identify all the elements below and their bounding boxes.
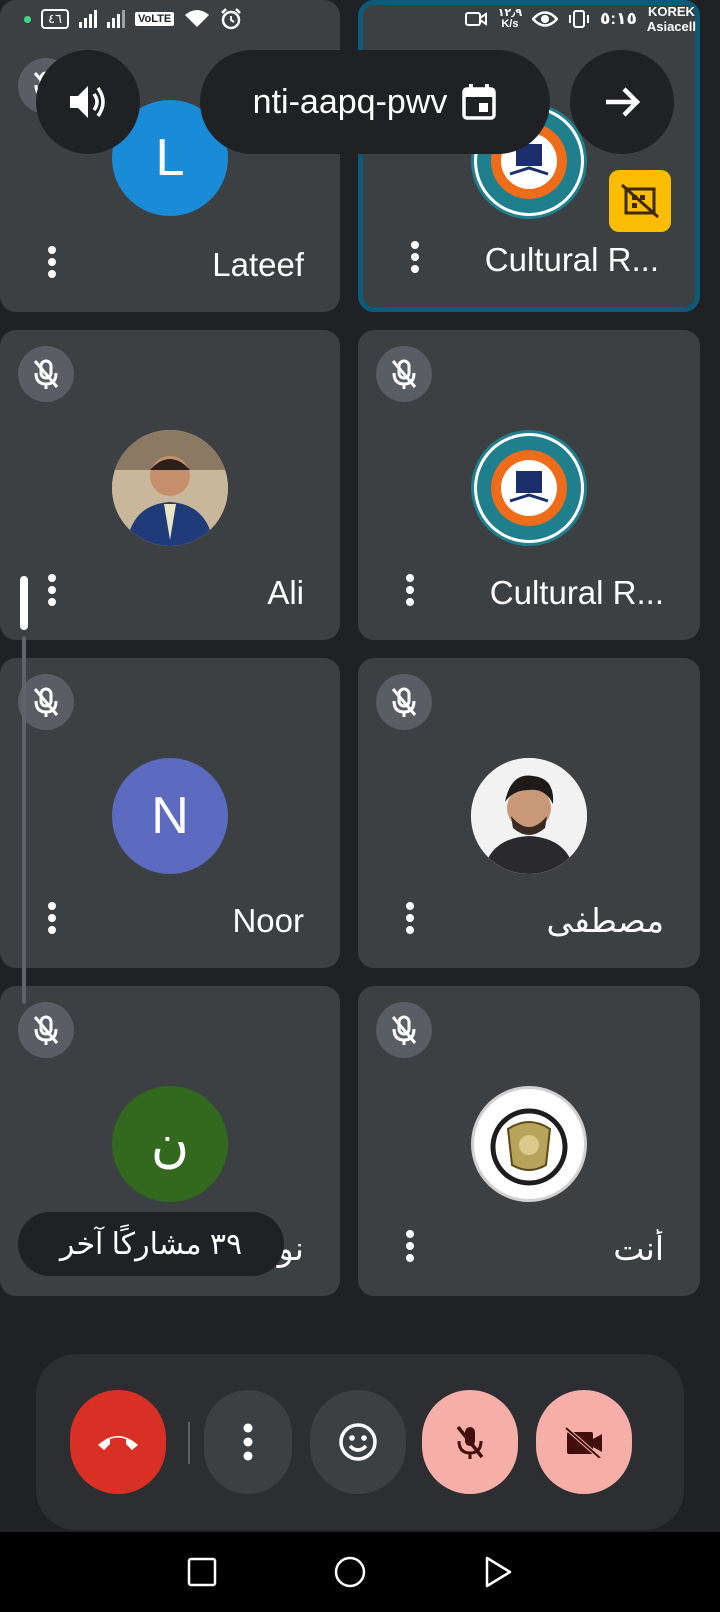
phone-hangup-icon xyxy=(98,1436,138,1450)
university-logo-avatar xyxy=(471,430,587,546)
triangle-back-icon xyxy=(485,1556,512,1588)
profile-photo xyxy=(112,430,228,546)
avatar: ن xyxy=(112,1086,228,1202)
mic-off-icon xyxy=(376,346,432,402)
reactions-button[interactable] xyxy=(310,1390,406,1494)
participant-tile-lateef[interactable]: L Lateef xyxy=(0,0,340,312)
system-nav-bar xyxy=(0,1532,720,1612)
participant-name: Lateef xyxy=(212,246,304,283)
participant-name: Ali xyxy=(267,574,304,611)
participant-tile-cultural-relations-1[interactable]: Cultural R... xyxy=(358,0,700,312)
vibrate-icon xyxy=(569,10,590,28)
participant-tile-you[interactable]: أنت xyxy=(358,986,700,1296)
call-controls xyxy=(36,1354,684,1530)
participant-tile-noor[interactable]: N Noor xyxy=(0,658,340,968)
eye-icon xyxy=(532,11,559,27)
participant-name: Noor xyxy=(232,902,304,939)
mic-off-icon xyxy=(18,1002,74,1058)
meeting-code: nti-aapq-pwv xyxy=(252,82,448,121)
signal-icon xyxy=(78,10,97,28)
circle-icon xyxy=(334,1556,366,1588)
meeting-info-button[interactable]: nti-aapq-pwv xyxy=(200,50,550,154)
camera-toggle-button[interactable] xyxy=(536,1390,632,1494)
speaker-icon xyxy=(70,86,105,118)
meet-call-screen: ٤٦ VoLTE ١٢٫٩ K/s ٥:١٥ KOREK Asiacell nti-… xyxy=(0,0,720,1612)
clock: ٥:١٥ xyxy=(600,9,637,28)
back-button[interactable] xyxy=(480,1554,516,1590)
participant-name: Cultural R... xyxy=(489,574,664,611)
participant-name: مصطفى xyxy=(546,902,664,939)
more-options-button[interactable] xyxy=(40,570,64,610)
network-speed: ١٢٫٩ K/s xyxy=(497,7,523,30)
more-options-button[interactable] xyxy=(398,1226,422,1266)
avatar: N xyxy=(112,758,228,874)
mic-off-icon xyxy=(18,346,74,402)
controls-divider xyxy=(188,1422,190,1464)
mic-off-icon xyxy=(376,674,432,730)
scroll-indicator[interactable] xyxy=(20,576,28,1004)
participant-tile-cultural-relations-2[interactable]: Cultural R... xyxy=(358,330,700,640)
alarm-icon xyxy=(221,8,242,30)
university-seal-avatar xyxy=(471,1086,587,1202)
more-options-button[interactable] xyxy=(403,237,427,277)
more-options-button[interactable] xyxy=(40,242,64,282)
wifi-icon xyxy=(185,10,210,27)
volte-badge: VoLTE xyxy=(134,12,175,26)
scroll-thumb[interactable] xyxy=(20,576,28,630)
home-button[interactable] xyxy=(332,1554,368,1590)
more-options-button[interactable] xyxy=(204,1390,292,1494)
participant-tile-mustafa[interactable]: مصطفى xyxy=(358,658,700,968)
profile-photo xyxy=(471,758,587,874)
more-options-button[interactable] xyxy=(398,898,422,938)
other-participants-pill[interactable]: ٣٩ مشاركًا آخر xyxy=(18,1212,284,1276)
participant-name: Cultural R... xyxy=(484,241,659,278)
camera-off-icon xyxy=(564,1426,602,1458)
presenting-icon xyxy=(609,170,671,232)
more-options-button[interactable] xyxy=(398,570,422,610)
microphone-toggle-button[interactable] xyxy=(422,1390,518,1494)
square-icon xyxy=(187,1557,217,1587)
arrow-right-icon xyxy=(606,87,641,117)
mic-off-icon xyxy=(376,1002,432,1058)
end-call-button[interactable] xyxy=(70,1390,166,1494)
recents-button[interactable] xyxy=(184,1554,220,1590)
status-bar-right: ١٢٫٩ K/s ٥:١٥ KOREK Asiacell xyxy=(464,4,696,34)
battery-indicator: ٤٦ xyxy=(41,9,69,29)
speaker-button[interactable] xyxy=(36,50,140,154)
calendar-icon xyxy=(462,84,497,120)
camera-in-use-icon xyxy=(464,12,487,26)
signal-2-icon xyxy=(106,10,125,28)
scroll-track xyxy=(22,636,26,1004)
next-page-button[interactable] xyxy=(570,50,674,154)
status-bar: ٤٦ VoLTE ١٢٫٩ K/s ٥:١٥ KOREK Asiacell xyxy=(0,0,720,44)
more-options-button[interactable] xyxy=(40,898,64,938)
mic-off-icon xyxy=(456,1425,484,1459)
more-vert-icon xyxy=(243,1423,253,1461)
participant-tile-ali[interactable]: Ali xyxy=(0,330,340,640)
emoji-icon xyxy=(339,1423,377,1461)
status-bar-left: ٤٦ VoLTE xyxy=(24,8,242,30)
participant-name: أنت xyxy=(613,1230,664,1267)
mic-in-use-dot xyxy=(24,15,31,23)
carrier-label: KOREK Asiacell xyxy=(646,4,696,34)
